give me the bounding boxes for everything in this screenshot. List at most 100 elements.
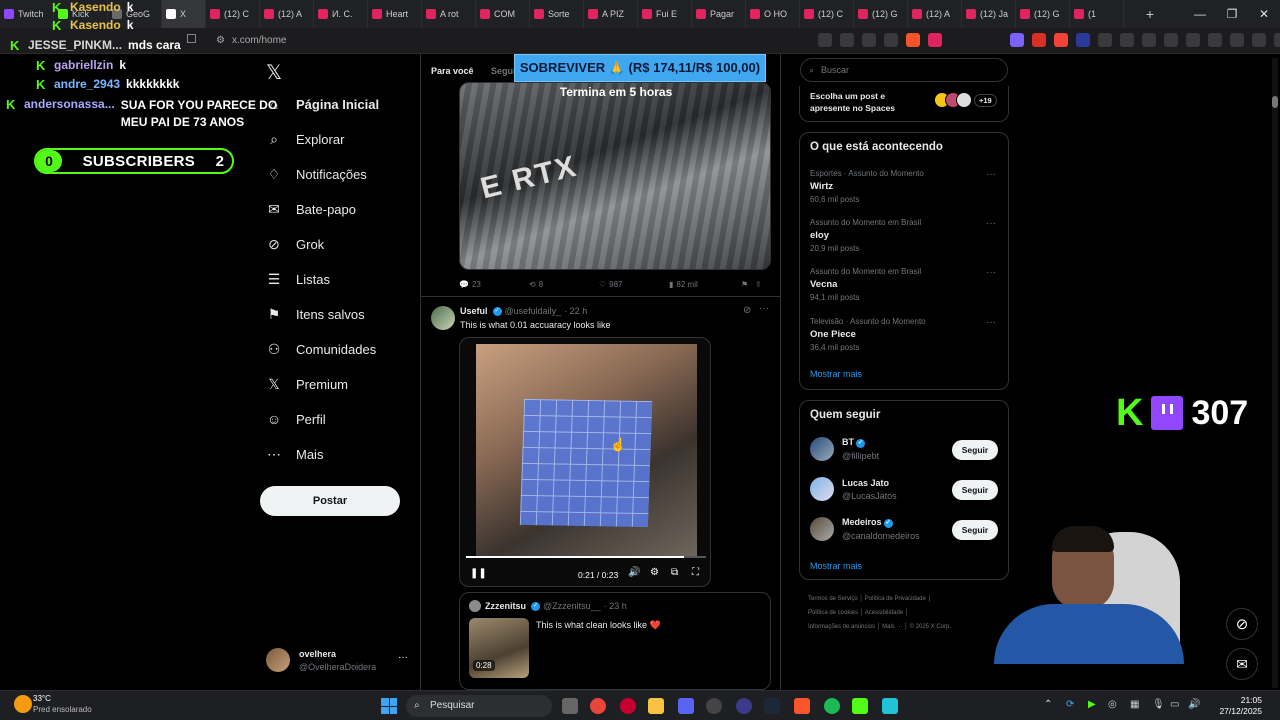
follow-button[interactable]: Seguir (952, 440, 998, 460)
more-icon[interactable]: ··· (759, 303, 769, 314)
nav-item-explorar[interactable]: ⌕ Explorar (266, 131, 344, 147)
zoom-icon[interactable] (840, 33, 854, 47)
volume-icon[interactable]: 🔊 (1188, 699, 1200, 710)
microphone-icon[interactable]: 🎙 (1152, 699, 1165, 710)
fullscreen-icon[interactable]: ⛶ (692, 567, 699, 578)
footer-link[interactable]: Mais ··· (882, 624, 902, 630)
sync-icon[interactable]: ⟳ (1066, 699, 1074, 710)
browser-tab[interactable]: Sorte (530, 0, 584, 28)
bookmark-icon[interactable]: ⚑ (741, 280, 755, 289)
more-icon[interactable]: ··· (986, 317, 996, 328)
extension-icon[interactable] (1142, 33, 1156, 47)
puzzle-icon[interactable] (1164, 33, 1178, 47)
chevron-up-icon[interactable]: ⌃ (1044, 699, 1052, 710)
maximize-icon[interactable]: ❐ (1216, 0, 1248, 28)
grok-icon[interactable]: ⊘ (743, 305, 751, 316)
more-icon[interactable]: ··· (986, 267, 996, 278)
nav-item-página-inicial[interactable]: ⌂ Página Inicial (266, 96, 379, 112)
pip-icon[interactable]: ⧉ (671, 567, 678, 578)
nav-item-premium[interactable]: 𝕏 Premium (266, 376, 348, 392)
nav-item-mais[interactable]: ⋯ Mais (266, 446, 323, 462)
brave-icon[interactable] (794, 698, 810, 714)
tab-following[interactable]: Segui (491, 66, 516, 76)
extension-icon[interactable] (1098, 33, 1112, 47)
browser-tab[interactable]: Heart (368, 0, 422, 28)
weather-temp[interactable]: 33°C (33, 694, 51, 703)
clock-date[interactable]: 27/12/2025 (1208, 706, 1262, 716)
post-time[interactable]: · 22 h (564, 306, 587, 316)
post-image[interactable]: E RTX Termina em 5 horas (459, 82, 771, 270)
video-progress-track[interactable] (466, 556, 706, 558)
footer-link[interactable]: Política de cookies (808, 610, 858, 616)
browser-tab[interactable]: (12) G (854, 0, 908, 28)
settings-icon[interactable]: ⚙ (650, 567, 659, 578)
file-explorer-icon[interactable] (648, 698, 664, 714)
quoted-post[interactable]: Zzzenitsu ✓ @Zzzenitsu__ · 23 h 0:28 Thi… (459, 592, 771, 690)
task-view-icon[interactable] (562, 698, 578, 714)
avatar[interactable] (431, 306, 455, 330)
browser-tab[interactable]: A rot (422, 0, 476, 28)
browser-tab[interactable]: COM (476, 0, 530, 28)
browser-tab[interactable]: Fui E (638, 0, 692, 28)
scrollbar-thumb[interactable] (1272, 96, 1278, 108)
reader-icon[interactable] (884, 33, 898, 47)
post-button[interactable]: Postar (260, 486, 400, 516)
browser-tab[interactable]: (12) C (800, 0, 854, 28)
share-icon[interactable] (862, 33, 876, 47)
spaces-card[interactable]: Escolha um post e apresente no Spaces +1… (799, 86, 1009, 122)
reply-button[interactable]: 💬 23 (459, 280, 529, 289)
close-icon[interactable]: ✕ (1248, 0, 1280, 28)
nav-item-itens-salvos[interactable]: ⚑ Itens salvos (266, 306, 365, 322)
url-field[interactable]: ⚙ x.com/home (212, 32, 792, 50)
browser-tab[interactable]: Pagar (692, 0, 746, 28)
nav-item-notificações[interactable]: ♢ Notificações (266, 166, 367, 182)
repost-button[interactable]: ⟲ 8 (529, 280, 599, 289)
nav-item-perfil[interactable]: ☺ Perfil (266, 411, 326, 427)
pause-icon[interactable]: ❚❚ (470, 568, 487, 579)
new-tab-button[interactable]: + (1140, 0, 1160, 28)
extension-icon[interactable] (1076, 33, 1090, 47)
trend-item[interactable]: Assunto do Momento em Brasil eloy 20,9 m… (810, 218, 921, 253)
browser-tab[interactable]: (12) Ja (962, 0, 1016, 28)
wallet-icon[interactable] (1230, 33, 1244, 47)
browser-tab[interactable]: (12) A (908, 0, 962, 28)
extension-icon[interactable] (1054, 33, 1068, 47)
share-icon[interactable]: ⇪ (755, 280, 769, 289)
more-icon[interactable]: ··· (986, 169, 996, 180)
trend-item[interactable]: Esportes · Assunto do Momento Wirtz 60,6… (810, 169, 924, 204)
weather-desc[interactable]: Pred ensolarado (33, 705, 92, 714)
browser-tab[interactable]: И. С. (314, 0, 368, 28)
footer-link[interactable]: Política de Privacidade (865, 596, 926, 602)
volume-icon[interactable]: 🔊 (628, 567, 640, 578)
extension-icon[interactable] (1032, 33, 1046, 47)
extension-icon[interactable] (1010, 33, 1024, 47)
views-button[interactable]: ▮ 82 mil (669, 280, 741, 289)
trend-item[interactable]: Televisão · Assunto do Momento One Piece… (810, 317, 926, 352)
clock-time[interactable]: 21:05 (1222, 695, 1262, 705)
spotify-icon[interactable] (824, 698, 840, 714)
leo-icon[interactable] (1252, 33, 1266, 47)
follow-button[interactable]: Seguir (952, 480, 998, 500)
trend-item[interactable]: Assunto do Momento em Brasil Vecna 94,1 … (810, 267, 921, 302)
x-logo-icon[interactable]: 𝕏 (266, 60, 282, 85)
opera-icon[interactable] (620, 698, 636, 714)
sidebar-icon[interactable] (1208, 33, 1222, 47)
media-icon[interactable] (1186, 33, 1200, 47)
extension-icon[interactable] (1120, 33, 1134, 47)
author-name[interactable]: Useful (460, 306, 488, 316)
discord-icon[interactable] (678, 698, 694, 714)
taskbar-search[interactable]: ⌕ Pesquisar (406, 695, 552, 717)
notepad-icon[interactable] (882, 698, 898, 714)
windows-start-icon[interactable] (381, 698, 397, 714)
scrollbar[interactable] (1272, 58, 1278, 688)
trends-show-more-link[interactable]: Mostrar mais (810, 369, 862, 379)
nav-item-listas[interactable]: ☰ Listas (266, 271, 330, 287)
footer-link[interactable]: Informações de anúncios (808, 624, 875, 630)
browser-tab[interactable]: O HO (746, 0, 800, 28)
play-icon[interactable]: ▶ (1088, 699, 1096, 710)
brave-shield-icon[interactable] (906, 33, 920, 47)
browser-tab[interactable]: (12) G (1016, 0, 1070, 28)
brave-rewards-icon[interactable] (928, 33, 942, 47)
chrome-icon[interactable] (590, 698, 606, 714)
account-switcher[interactable]: ovelhera @OvelheraDoidera ··· (266, 646, 416, 678)
